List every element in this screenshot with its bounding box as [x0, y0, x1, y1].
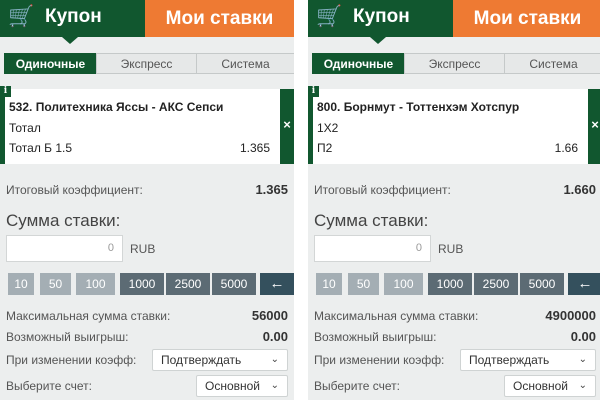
chevron-down-icon: ⌄ [270, 354, 279, 365]
bet-type-single[interactable]: Одиночные [4, 53, 96, 74]
max-stake-label: Максимальная сумма ставки: [314, 309, 479, 323]
account-select[interactable]: Основной ⌄ [196, 375, 288, 397]
close-icon[interactable]: × [588, 117, 600, 133]
bet-type-switcher: Одиночные Экспресс Система [312, 53, 600, 74]
coef-change-label: При изменении коэфф: [314, 353, 445, 367]
close-icon[interactable]: × [280, 117, 294, 133]
account-row: Выберите счет: Основной ⌄ [6, 375, 290, 397]
event-market: Тотал [9, 121, 41, 135]
possible-win-row: Возможный выигрыш: 0.00 [314, 328, 596, 346]
quick-amount-button[interactable]: 1000 [428, 273, 472, 295]
total-coef-value: 1.365 [255, 182, 288, 197]
event-title: 800. Борнмут - Тоттенхэм Хотспур [317, 100, 520, 114]
account-label: Выберите счет: [6, 379, 93, 393]
cart-check-icon: 🛒 [8, 5, 35, 28]
coef-change-value: Подтверждать [469, 353, 550, 367]
coef-change-label: При изменении коэфф: [6, 353, 137, 367]
backspace-icon[interactable]: ← [260, 273, 294, 295]
quick-amount-button[interactable]: 5000 [212, 273, 256, 295]
possible-win-value: 0.00 [570, 329, 596, 344]
backspace-icon[interactable]: ← [568, 273, 600, 295]
chevron-down-icon: ⌄ [578, 380, 587, 391]
stake-title: Сумма ставки: [6, 211, 121, 230]
max-stake-row: Максимальная сумма ставки: 56000 [6, 307, 288, 325]
slip-header: 🛒 Купон Мои ставки [308, 0, 600, 44]
max-stake-value: 56000 [251, 308, 288, 323]
bet-slip-panel-left: 🛒 Купон Мои ставки Одиночные Экспресс Си… [0, 0, 294, 400]
currency-label: RUB [130, 242, 156, 256]
coef-change-row: При изменении коэфф: Подтверждать ⌄ [6, 349, 290, 371]
cart-check-icon: 🛒 [316, 5, 343, 28]
total-coef-value: 1.660 [563, 182, 596, 197]
bet-type-system[interactable]: Система [504, 53, 600, 74]
bet-type-single[interactable]: Одиночные [312, 53, 404, 74]
coef-change-select[interactable]: Подтверждать ⌄ [152, 349, 288, 371]
bet-type-express[interactable]: Экспресс [96, 53, 196, 74]
tab-coupon[interactable]: 🛒 Купон [0, 0, 145, 44]
account-label: Выберите счет: [314, 379, 401, 393]
event-odds: 1.365 [239, 141, 270, 155]
max-stake-label: Максимальная сумма ставки: [6, 309, 171, 323]
quick-amounts: 10 50 100 1000 2500 5000 ← [316, 273, 600, 295]
quick-amount-button[interactable]: 100 [76, 273, 115, 295]
possible-win-label: Возможный выигрыш: [314, 330, 437, 344]
quick-amount-button[interactable]: 2500 [166, 273, 210, 295]
active-tab-pointer [62, 37, 78, 44]
quick-amount-button[interactable]: 50 [40, 273, 71, 295]
quick-amount-button[interactable]: 10 [316, 273, 342, 295]
total-coef-label: Итоговый коэффициент: [314, 183, 451, 197]
possible-win-row: Возможный выигрыш: 0.00 [6, 328, 288, 346]
chevron-down-icon: ⌄ [578, 354, 587, 365]
quick-amount-button[interactable]: 100 [384, 273, 423, 295]
event-card: i 532. Политехника Яссы - АКС Сепси Тота… [0, 86, 294, 164]
tab-my-bets[interactable]: Мои ставки [145, 0, 294, 37]
total-coef-label: Итоговый коэффициент: [6, 183, 143, 197]
chevron-down-icon: ⌄ [270, 380, 279, 391]
account-value: Основной [513, 379, 569, 393]
max-stake-value: 4900000 [545, 308, 596, 323]
account-select[interactable]: Основной ⌄ [504, 375, 596, 397]
coef-change-row: При изменении коэфф: Подтверждать ⌄ [314, 349, 598, 371]
slip-header: 🛒 Купон Мои ставки [0, 0, 294, 44]
active-tab-pointer [370, 37, 386, 44]
event-title: 532. Политехника Яссы - АКС Сепси [9, 100, 224, 114]
event-card: i 800. Борнмут - Тоттенхэм Хотспур 1Х2 П… [308, 86, 600, 164]
event-odds: 1.66 [554, 141, 578, 155]
tab-coupon-label: Купон [353, 6, 410, 27]
event-selection: Тотал Б 1.5 [9, 141, 73, 155]
quick-amount-button[interactable]: 50 [348, 273, 379, 295]
event-market: 1Х2 [317, 121, 339, 135]
currency-label: RUB [438, 242, 464, 256]
bet-type-system[interactable]: Система [196, 53, 294, 74]
bet-slip-panel-right: 🛒 Купон Мои ставки Одиночные Экспресс Си… [308, 0, 600, 400]
quick-amount-button[interactable]: 2500 [474, 273, 518, 295]
possible-win-value: 0.00 [262, 329, 288, 344]
quick-amount-button[interactable]: 5000 [520, 273, 564, 295]
tab-my-bets[interactable]: Мои ставки [453, 0, 600, 37]
stake-input[interactable]: 0 [6, 235, 123, 262]
account-value: Основной [205, 379, 261, 393]
total-coef-row: Итоговый коэффициент: 1.660 [314, 181, 596, 199]
bet-type-express[interactable]: Экспресс [404, 53, 504, 74]
info-icon[interactable]: i [308, 86, 319, 97]
total-coef-row: Итоговый коэффициент: 1.365 [6, 181, 288, 199]
tab-coupon-label: Купон [45, 6, 102, 27]
info-icon[interactable]: i [0, 86, 11, 97]
stake-input[interactable]: 0 [314, 235, 431, 262]
quick-amount-button[interactable]: 1000 [120, 273, 164, 295]
account-row: Выберите счет: Основной ⌄ [314, 375, 598, 397]
quick-amounts: 10 50 100 1000 2500 5000 ← [8, 273, 294, 295]
tab-coupon[interactable]: 🛒 Купон [308, 0, 453, 44]
stake-title: Сумма ставки: [314, 211, 429, 230]
event-selection: П2 [317, 141, 333, 155]
max-stake-row: Максимальная сумма ставки: 4900000 [314, 307, 596, 325]
coef-change-select[interactable]: Подтверждать ⌄ [460, 349, 596, 371]
possible-win-label: Возможный выигрыш: [6, 330, 129, 344]
panel-divider [294, 0, 308, 400]
coef-change-value: Подтверждать [161, 353, 242, 367]
quick-amount-button[interactable]: 10 [8, 273, 34, 295]
bet-type-switcher: Одиночные Экспресс Система [4, 53, 294, 74]
